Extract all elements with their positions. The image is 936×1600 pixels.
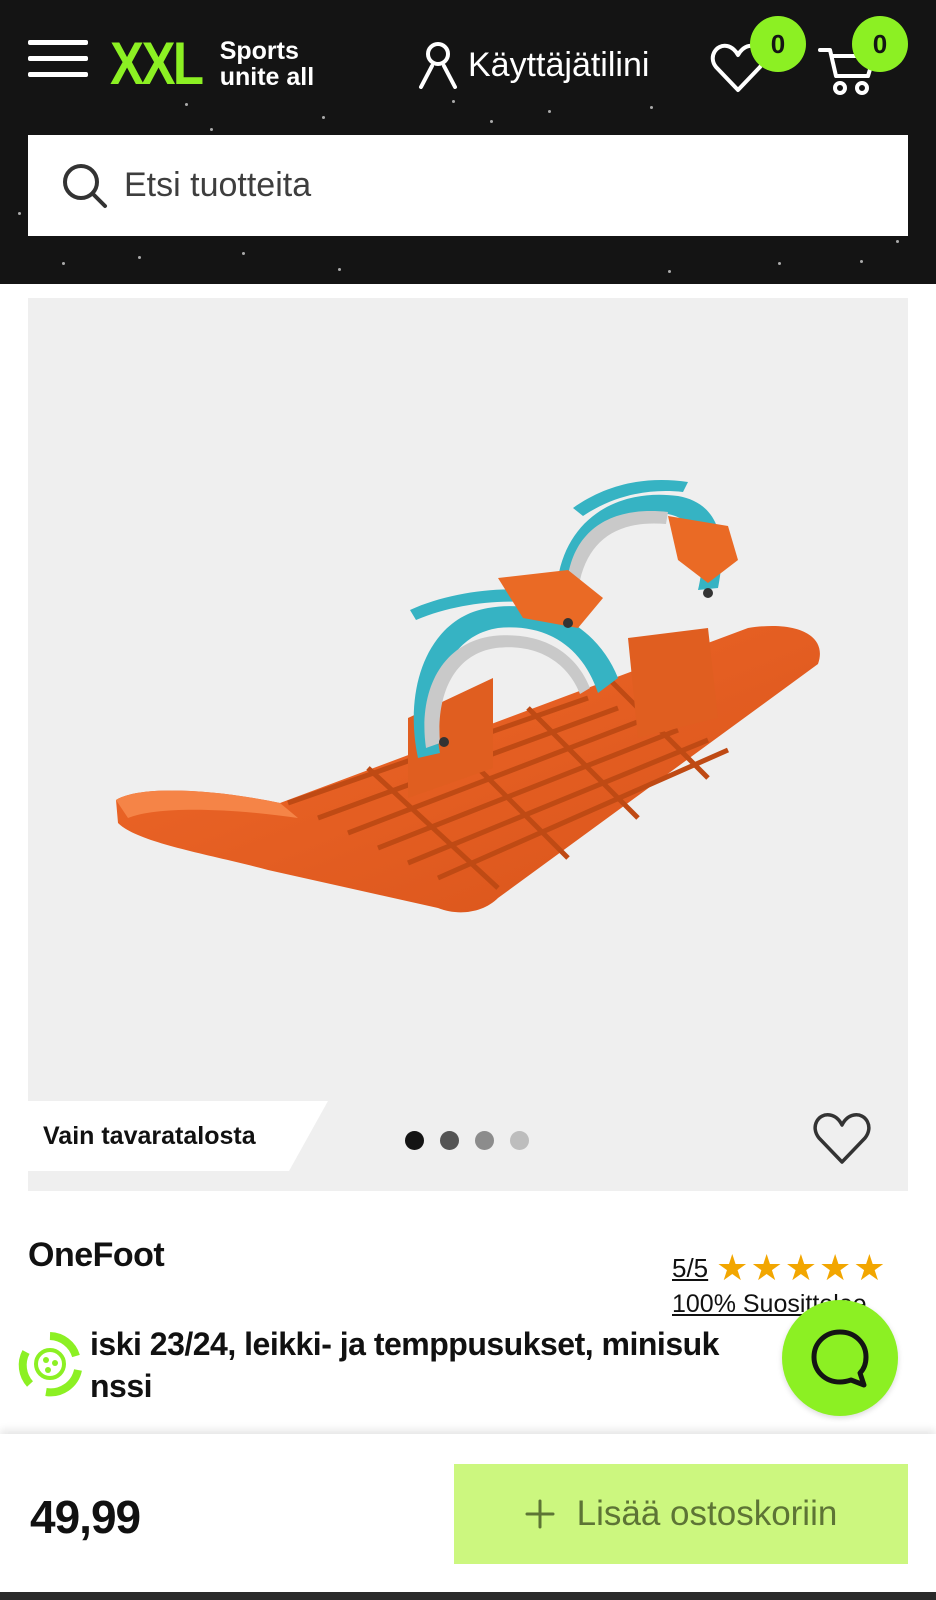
plus-icon [525,1499,555,1529]
rating-stars: ★ ★ ★ ★ ★ [716,1250,885,1286]
star-icon: ★ [750,1247,783,1288]
chat-button[interactable] [782,1300,898,1416]
cart-count-badge: 0 [852,16,908,72]
logo-tagline-line: Sports [219,37,299,65]
product-rating[interactable]: 5/5 ★ ★ ★ ★ ★ [672,1250,886,1286]
menu-icon-line [28,40,88,45]
carousel-dots [405,1131,529,1150]
product-title-line: nssi [90,1368,153,1404]
site-header: XXL Sports unite all Käyttäjätilini 0 0 [0,0,936,284]
carousel-dot[interactable] [440,1131,459,1150]
heart-outline-icon [813,1113,871,1164]
star-icon: ★ [716,1247,749,1288]
product-price: 49,99 [30,1491,141,1543]
rating-score: 5/5 [672,1252,709,1283]
bottom-edge [0,1592,936,1600]
store-only-badge: Vain tavaratalosta [28,1101,328,1171]
chat-icon [811,1329,869,1388]
user-icon [419,42,457,89]
search-placeholder: Etsi tuotteita [124,166,312,204]
menu-icon-line [28,72,88,77]
product-image-gallery[interactable]: Vain tavaratalosta [28,298,908,1191]
carousel-dot-active[interactable] [405,1131,424,1150]
product-brand[interactable]: OneFoot [28,1236,165,1275]
product-title-line: iski 23/24, leikki- ja temppusukset, min… [90,1326,719,1362]
purchase-bar: 49,99 Lisää ostoskoriin [0,1434,936,1600]
cart-button[interactable]: 0 [818,16,908,96]
logo-wordmark: XXL [110,30,204,97]
product-title: iski 23/24, leikki- ja temppusukset, min… [90,1323,870,1407]
store-only-badge-label: Vain tavaratalosta [43,1122,256,1150]
menu-icon-line [28,56,88,61]
recycle-icon [18,1332,82,1397]
carousel-dot[interactable] [510,1131,529,1150]
account-link[interactable]: Käyttäjätilini [418,40,649,90]
logo-tagline-line: unite all [219,63,315,91]
carousel-dot[interactable] [475,1131,494,1150]
recycle-badge[interactable] [16,1330,84,1398]
product-image [116,479,820,913]
add-to-favorites-button[interactable] [812,1110,872,1166]
star-icon: ★ [853,1247,886,1288]
wishlist-button[interactable]: 0 [710,16,806,96]
wishlist-count-badge: 0 [750,16,806,72]
logo-tagline: Sports unite all [220,38,314,90]
add-to-cart-button[interactable]: Lisää ostoskoriin [454,1464,908,1564]
search-input[interactable]: Etsi tuotteita [28,135,908,236]
star-icon: ★ [819,1247,852,1288]
star-icon: ★ [784,1247,817,1288]
menu-button[interactable] [28,40,88,86]
account-label: Käyttäjätilini [468,45,650,84]
search-icon [63,163,107,208]
add-to-cart-label: Lisää ostoskoriin [576,1494,838,1533]
site-logo[interactable]: XXL Sports unite all [110,34,314,94]
